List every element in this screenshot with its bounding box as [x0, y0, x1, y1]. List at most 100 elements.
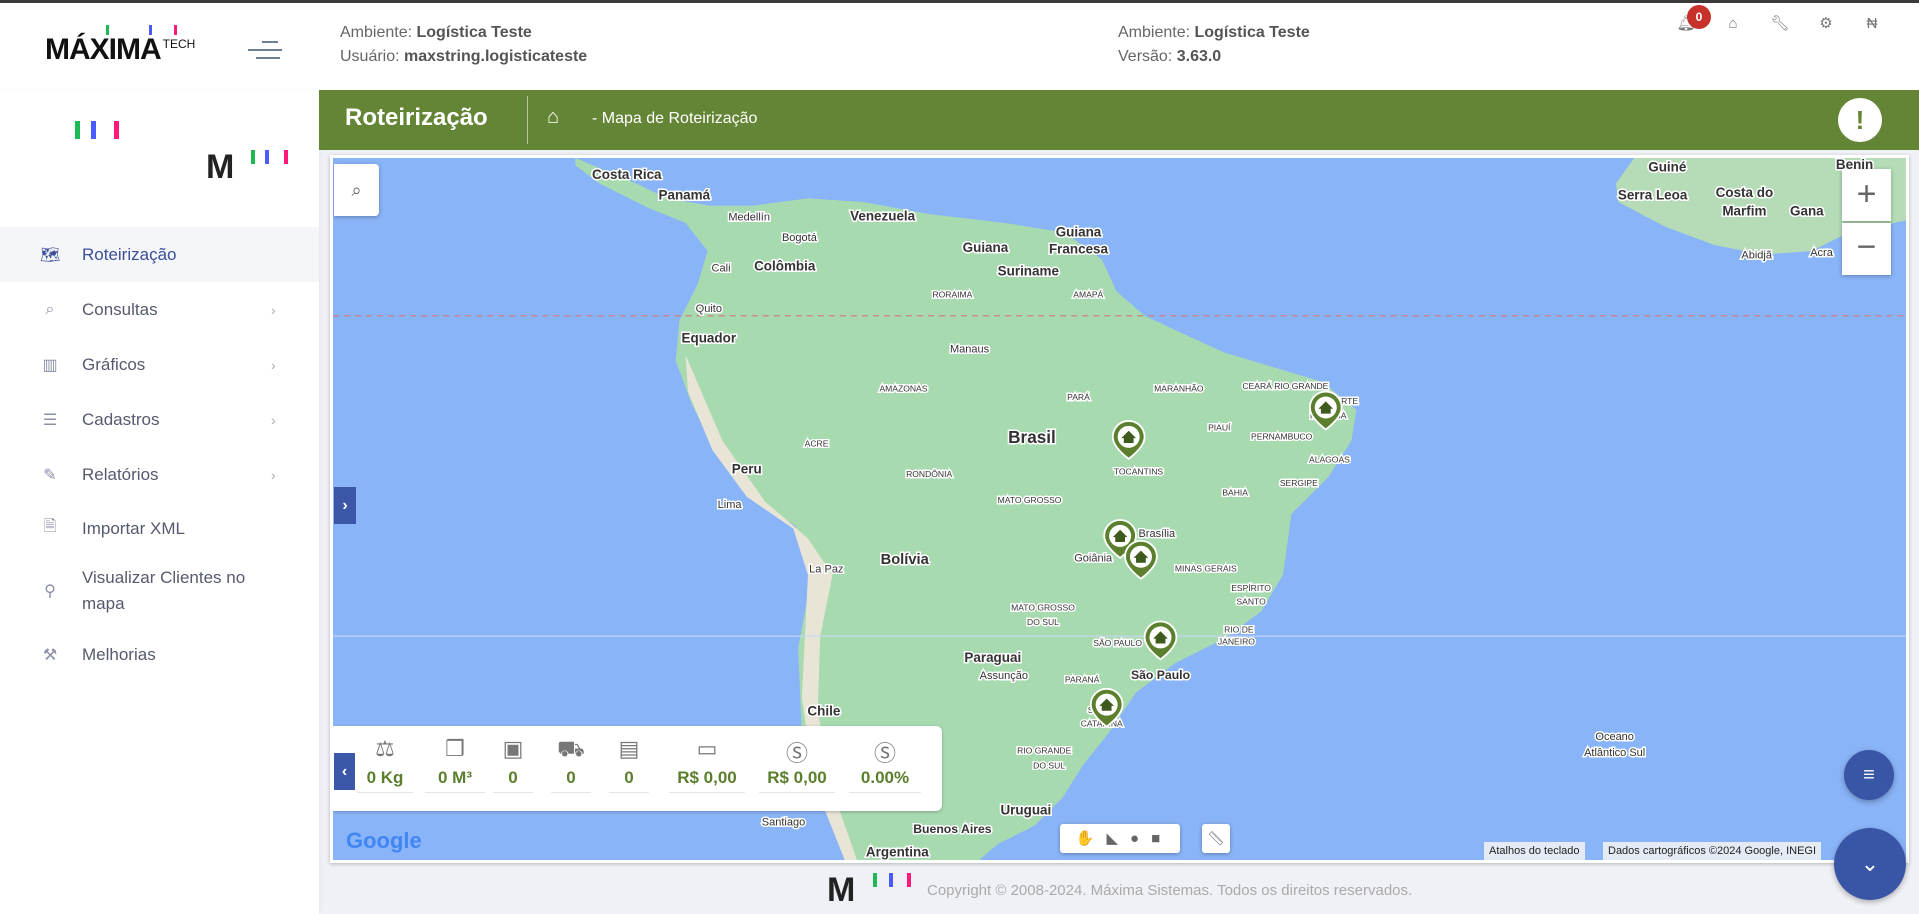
map-label: PARÁ [1067, 392, 1090, 402]
gear-icon[interactable]: ⚙ [1815, 13, 1837, 35]
sidebar-item-importar-xml[interactable]: 🗎︎ Importar XML [0, 501, 319, 556]
rectangle-icon[interactable]: ■ [1151, 830, 1172, 847]
weight-icon: ⚖ [375, 736, 395, 761]
map-label: RONDÔNIA [906, 469, 952, 479]
stat-value: R$ 0,00 [759, 766, 835, 793]
notification-badge: 0 [1687, 5, 1711, 29]
map-label: Argentina [866, 844, 929, 859]
sliders-icon: ☰ [42, 411, 58, 429]
keyboard-shortcuts-link[interactable]: Atalhos do teclado [1484, 842, 1585, 860]
footer: M Copyright © 2008-2024. Máxima Sistemas… [827, 872, 1412, 908]
user-value: maxstring.logisticateste [404, 48, 588, 65]
map-label: Medellín [728, 211, 770, 223]
version-info: Ambiente: Logística Teste Versão: 3.63.0 [1118, 21, 1310, 69]
circle-icon[interactable]: ● [1130, 830, 1151, 847]
sidebar-item-visualizar-clientes[interactable]: ⚲ Visualizar Clientes no mapa [0, 556, 319, 626]
map-label: Santiago [762, 817, 805, 829]
map-label: RIO DE [1224, 625, 1254, 635]
logo-sup: TECH [162, 37, 196, 51]
sidebar-item-label: Cadastros [82, 409, 160, 429]
map-label: Serra Leoa [1618, 188, 1688, 203]
sidebar-item-roteirizacao[interactable]: 🗺︎ Roteirização [0, 227, 319, 282]
zoom-in-button[interactable]: + [1842, 169, 1891, 221]
expand-panel-button[interactable]: › [334, 487, 356, 524]
map-attribution: Dados cartográficos ©2024 Google, INEGI [1603, 842, 1822, 860]
map-label: SANTO [1236, 596, 1266, 606]
map-label: SÃO PAULO [1093, 638, 1142, 648]
map-label: Abidjã [1741, 249, 1772, 261]
map-label: Panamá [659, 188, 711, 203]
hand-icon[interactable]: ✋ [1076, 830, 1107, 847]
map-label: Quito [696, 303, 722, 315]
map-label: RIO GRANDE [1017, 746, 1071, 756]
xml-file-icon: 🗎︎ [43, 518, 57, 535]
chevron-right-icon: › [271, 301, 276, 318]
cubes-icon: ❒ [445, 736, 465, 761]
map-label: Costa do [1716, 185, 1774, 200]
collapse-panel-button[interactable]: ‹ [334, 753, 355, 790]
stat-value: 0 [493, 766, 533, 793]
sidebar-item-consultas[interactable]: ⌕ Consultas › [0, 282, 319, 337]
map-label: Oceano [1595, 731, 1634, 743]
sidebar-item-graficos[interactable]: ▥ Gráficos › [0, 337, 319, 392]
sidebar-item-cadastros[interactable]: ☰ Cadastros › [0, 392, 319, 447]
n-icon[interactable]: ₦ [1861, 13, 1883, 35]
money-icon: ▭ [696, 736, 718, 761]
map-label: Brasília [1138, 528, 1176, 540]
stat-weight: ⚖ 0 Kg [357, 736, 413, 793]
map-label: Manaus [950, 343, 990, 355]
search-icon: ⌕ [351, 180, 362, 200]
map-label: PIAUÍ [1208, 423, 1231, 433]
sidebar-item-relatorios[interactable]: ✎ Relatórios › [0, 447, 319, 502]
map[interactable]: Costa Rica Panamá Medellín Bogotá Venezuela G… [333, 158, 1906, 860]
alert-button[interactable]: ! [1838, 98, 1882, 142]
map-search-button[interactable]: ⌕ [334, 164, 379, 216]
ruler-icon[interactable]: 📏︎ [1202, 824, 1230, 853]
chevron-left-icon: ‹ [341, 763, 348, 780]
google-logo: Google [346, 828, 422, 853]
map-label: AMAZONAS [879, 384, 927, 394]
chevron-right-icon: › [271, 411, 276, 428]
breadcrumb: - Mapa de Roteirização [592, 110, 758, 127]
filter-button[interactable]: ≡ [1844, 750, 1894, 800]
hamburger-menu-icon[interactable] [248, 39, 282, 61]
packages-icon: ▤ [618, 736, 640, 761]
map-label: Goiânia [1074, 553, 1113, 565]
map-label: MINAS GERAIS [1175, 563, 1237, 573]
scroll-down-button[interactable]: ⌄ [1834, 828, 1906, 900]
map-label: TOCANTINS [1114, 467, 1164, 477]
chevron-right-icon: › [271, 466, 276, 483]
map-label: MARANHÃO [1154, 384, 1204, 394]
map-label: AMAPÁ [1073, 289, 1103, 299]
stat-percentage: Ⓢ 0.00% [849, 736, 921, 793]
stat-packages: ▤ 0 [609, 736, 649, 793]
sidebar-item-melhorias[interactable]: ⚒ Melhorias [0, 627, 319, 682]
map-label: ESPÍRITO [1231, 583, 1271, 593]
map-label: Assunção [980, 670, 1028, 682]
wrench-icon[interactable]: 🔧︎ [1769, 13, 1791, 35]
map-label: ALAGOAS [1309, 455, 1350, 465]
env-value: Logística Teste [1194, 24, 1310, 41]
version-value: 3.63.0 [1176, 48, 1222, 65]
polygon-icon[interactable]: ◣ [1107, 830, 1131, 847]
sidebar-item-label: Roteirização [82, 244, 177, 264]
maxima-tech-logo[interactable]: MÁXIMA TECH [45, 25, 196, 67]
env-label: Ambiente: [1118, 24, 1191, 41]
map-label: SERGIPE [1280, 478, 1318, 488]
stat-cost: Ⓢ R$ 0,00 [759, 736, 835, 793]
map-label: Costa Rica [592, 167, 662, 182]
zoom-out-button[interactable]: − [1842, 223, 1891, 275]
chevron-right-icon: › [342, 497, 348, 514]
map-label: DO SUL [1033, 760, 1065, 770]
map-label: Cali [712, 263, 731, 275]
map-label: RORAIMA [932, 289, 972, 299]
map-label: Guiana [963, 240, 1009, 255]
version-label: Versão: [1118, 48, 1173, 65]
sidebar-m-logo: M [206, 148, 288, 187]
map-label: JANEIRO [1218, 637, 1255, 647]
home-icon[interactable]: ⌂ [1722, 13, 1744, 35]
map-label: Guiana [1056, 224, 1102, 239]
stat-vehicles: ⛟ 0 [551, 736, 591, 793]
map-label: Suriname [998, 263, 1060, 278]
home-icon[interactable]: ⌂ [547, 106, 559, 129]
